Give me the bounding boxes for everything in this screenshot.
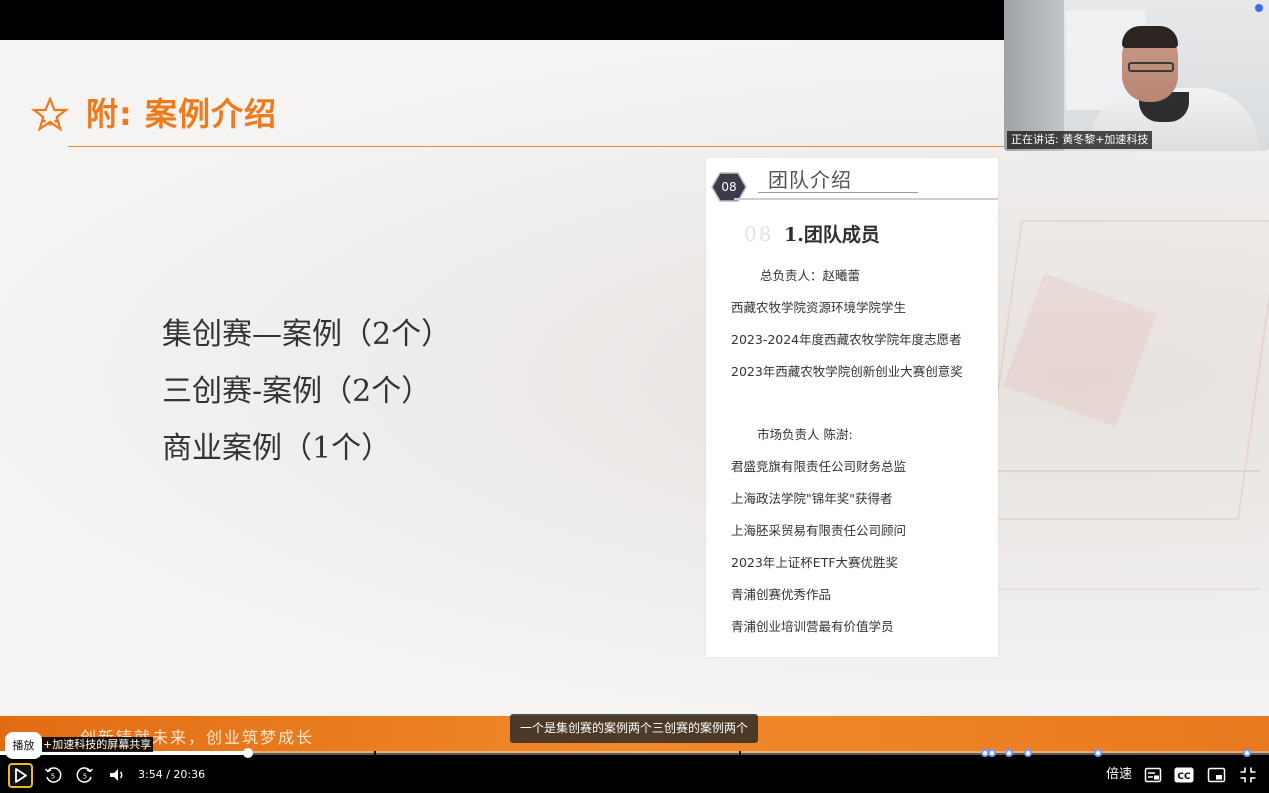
chapter-divider bbox=[374, 751, 376, 755]
speaker-avatar-hair bbox=[1122, 26, 1178, 48]
cc-icon[interactable]: CC bbox=[1174, 766, 1194, 784]
play-tooltip: 播放 bbox=[5, 732, 42, 759]
card-text-line: 2023年上证杯ETF大赛优胜奖 bbox=[731, 555, 899, 570]
card-text-line: 市场负责人 陈澍: bbox=[757, 427, 853, 442]
case-item: 商业案例（1个） bbox=[162, 431, 392, 466]
card-header-title: 团队介绍 bbox=[768, 168, 852, 192]
card-text-line: 2023年西藏农牧学院创新创业大赛创意奖 bbox=[731, 364, 963, 379]
timeline-marker[interactable] bbox=[1243, 749, 1251, 757]
case-item: 三创赛-案例（2个） bbox=[162, 374, 432, 409]
svg-text:CC: CC bbox=[1177, 772, 1191, 782]
play-icon bbox=[15, 768, 27, 783]
speaker-video-tile[interactable]: 正在讲话: 黄冬黎+加速科技 bbox=[1004, 0, 1269, 151]
title-underline bbox=[68, 146, 1008, 147]
card-text-line: 西藏农牧学院资源环境学院学生 bbox=[731, 300, 907, 315]
card-text-line: 2023-2024年度西藏农牧学院年度志愿者 bbox=[731, 332, 962, 347]
card-text-line: 上海胚采贸易有限责任公司顾问 bbox=[731, 523, 907, 538]
time-display: 3:54 / 20:36 bbox=[138, 768, 206, 781]
exit-fullscreen-icon[interactable] bbox=[1239, 766, 1257, 784]
ghost-section-number: 08 bbox=[744, 222, 774, 246]
screen-share-label: +加速科技的屏幕共享 bbox=[41, 737, 154, 752]
card-text-line: 青浦创业培训营最有价值学员 bbox=[731, 619, 894, 634]
card-text-line: 总负责人：赵曦蕾 bbox=[760, 268, 861, 283]
speaker-avatar-glasses bbox=[1128, 62, 1174, 72]
active-indicator-dot bbox=[1255, 4, 1263, 12]
progress-handle[interactable] bbox=[243, 748, 253, 758]
webcam-background bbox=[1004, 0, 1064, 151]
card-text-line: 上海政法学院"锦年奖"获得者 bbox=[731, 491, 893, 506]
card-text-line: 君盛竞旗有限责任公司财务总监 bbox=[731, 459, 907, 474]
slide-title: 附: 案例介绍 bbox=[86, 95, 277, 133]
card-text-line: 青浦创赛优秀作品 bbox=[731, 587, 832, 602]
speaker-name-label: 正在讲话: 黄冬黎+加速科技 bbox=[1007, 131, 1153, 149]
forward-5-icon[interactable]: 5 bbox=[76, 766, 94, 784]
picture-in-picture-icon[interactable] bbox=[1207, 766, 1226, 784]
rewind-5-icon[interactable]: 5 bbox=[44, 766, 62, 784]
timeline-marker[interactable] bbox=[1024, 749, 1032, 757]
live-caption: 一个是集创赛的案例两个三创赛的案例两个 bbox=[510, 714, 758, 743]
team-intro-card: 08 团队介绍 08 1.团队成员 总负责人：赵曦蕾 西藏农牧学院资源环境学院学… bbox=[706, 158, 998, 657]
star-logo-icon bbox=[30, 97, 70, 132]
chapter-divider bbox=[739, 751, 741, 755]
forward-seconds: 5 bbox=[83, 773, 87, 781]
divider bbox=[734, 198, 998, 200]
subtitle-list-icon[interactable] bbox=[1144, 766, 1162, 784]
case-item: 集创赛—案例（2个） bbox=[162, 317, 452, 352]
card-section-title: 1.团队成员 bbox=[784, 224, 880, 246]
timeline-marker[interactable] bbox=[988, 749, 996, 757]
play-button[interactable] bbox=[8, 763, 33, 788]
timeline-marker[interactable] bbox=[1094, 749, 1102, 757]
rewind-seconds: 5 bbox=[51, 773, 55, 781]
divider bbox=[758, 192, 918, 193]
volume-icon[interactable] bbox=[108, 766, 126, 784]
timeline-marker[interactable] bbox=[1005, 749, 1013, 757]
playback-speed-button[interactable]: 倍速 bbox=[1106, 766, 1132, 784]
case-list: 集创赛—案例（2个） 三创赛-案例（2个） 商业案例（1个） bbox=[162, 312, 451, 483]
